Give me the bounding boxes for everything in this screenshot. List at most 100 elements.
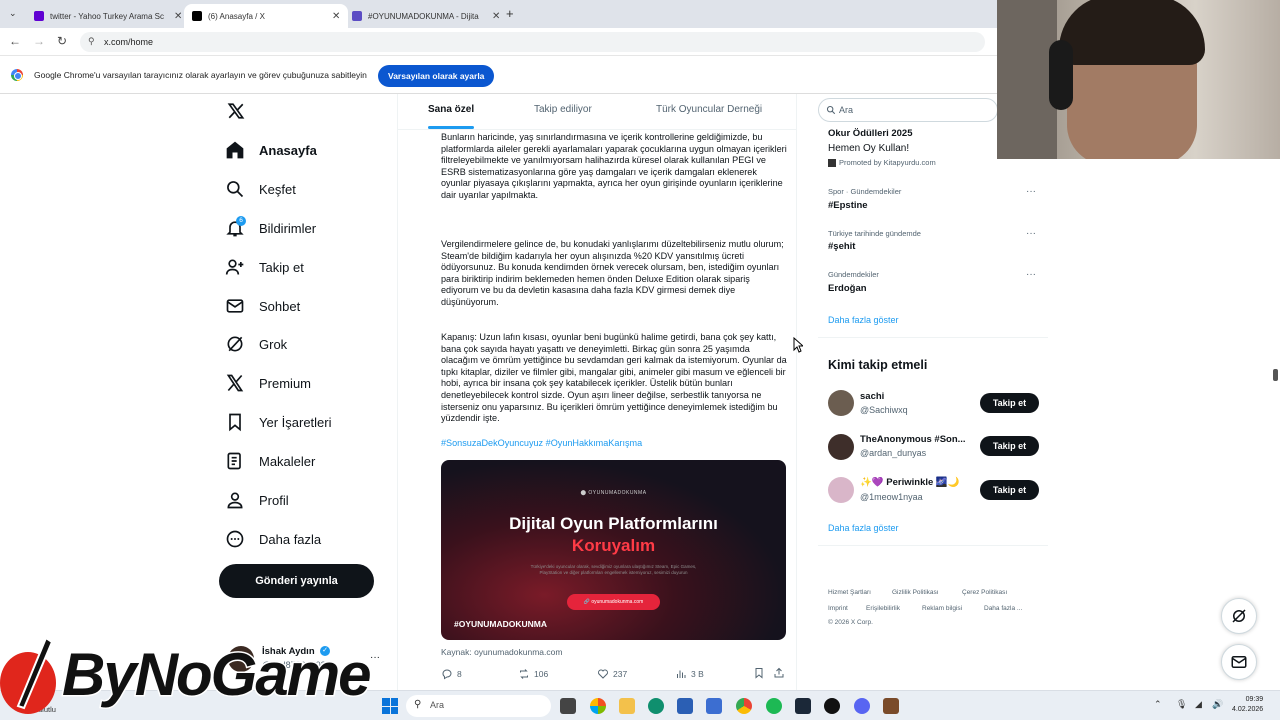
chrome-icon[interactable] (736, 698, 752, 714)
search-icon: ⚲ (414, 699, 422, 710)
trend-more-icon[interactable]: ··· (1026, 228, 1036, 239)
post-hashtags[interactable]: #SonsuzaDekOyuncuyuz #OyunHakkımaKarışma (441, 438, 789, 450)
close-tab-icon[interactable]: ✕ (332, 11, 340, 22)
footer-link[interactable]: Çerez Politikası (962, 589, 1007, 596)
mail-icon (226, 299, 244, 313)
trend-meta: Gündemdekiler (828, 270, 879, 279)
like-button[interactable]: 237 (597, 668, 627, 680)
follow-button[interactable]: Takip et (980, 436, 1039, 456)
game-icon[interactable] (883, 698, 899, 714)
footer-link[interactable]: Daha fazla ... (984, 605, 1022, 612)
footer-link[interactable]: Erişilebilirlik (866, 605, 900, 612)
scrollbar-thumb[interactable] (1273, 369, 1278, 381)
show-more-follow-link[interactable]: Daha fazla göster (828, 523, 899, 533)
browser-tab[interactable]: twitter - Yahoo Turkey Arama Sc ✕ (26, 4, 190, 28)
new-tab-button[interactable]: + (506, 6, 514, 21)
show-more-trends-link[interactable]: Daha fazla göster (828, 315, 899, 325)
chrome-logo-icon (11, 69, 23, 81)
tab-title: twitter - Yahoo Turkey Arama Sc (50, 11, 164, 21)
sidebar-item-articles[interactable]: Makaleler (225, 449, 315, 473)
taskbar-search[interactable]: ⚲ Ara (406, 695, 551, 717)
add-user-icon (225, 259, 244, 275)
system-clock[interactable]: 09:39 4.02.2026 (1232, 695, 1263, 715)
microphone-icon[interactable]: 🎙 (1176, 699, 1187, 710)
search-input[interactable]: Ara (818, 98, 998, 122)
link-card-image[interactable]: ⬤ OYUNUMADOKUNMA Dijital Oyun Platformla… (441, 460, 786, 640)
back-arrow-icon[interactable]: ← (9, 34, 21, 48)
store-icon[interactable] (677, 698, 693, 714)
post-button[interactable]: Gönderi yayınla (219, 564, 374, 598)
search-icon (227, 181, 244, 198)
trend-name[interactable]: #Epstine (828, 200, 868, 211)
suggestion-name[interactable]: sachi (860, 391, 884, 402)
steam-icon[interactable] (795, 698, 811, 714)
edge-icon[interactable] (648, 698, 664, 714)
sidebar-item-notifications[interactable]: Bildirimler 6 (225, 216, 316, 240)
copilot-icon[interactable] (590, 698, 606, 714)
sidebar-item-chat[interactable]: Sohbet (225, 294, 300, 318)
heart-icon (598, 669, 608, 679)
tab-following[interactable]: Takip ediliyor (534, 104, 592, 115)
tab-search-chevron-icon[interactable]: ⌄ (9, 8, 17, 19)
trend-more-icon[interactable]: ··· (1026, 186, 1036, 197)
network-icon[interactable]: ◢ (1195, 699, 1202, 710)
sidebar-item-follow[interactable]: Takip et (225, 255, 304, 279)
share-icon[interactable] (773, 667, 785, 679)
volume-icon[interactable]: 🔊 (1212, 699, 1223, 710)
sidebar-item-home[interactable]: Anasayfa (225, 138, 317, 162)
x-favicon-icon (192, 11, 202, 21)
sidebar-item-label: Makaleler (259, 453, 316, 469)
follow-button[interactable]: Takip et (980, 480, 1039, 500)
sidebar-item-premium[interactable]: Premium (225, 371, 311, 395)
spotify-icon[interactable] (766, 698, 782, 714)
messages-fab-button[interactable] (1221, 644, 1257, 680)
sidebar-item-grok[interactable]: Grok (225, 332, 287, 356)
tab-community[interactable]: Türk Oyuncular Derneği (656, 104, 762, 115)
trend-meta: Türkiye tarihinde gündemde (828, 229, 921, 238)
trend-more-icon[interactable]: ··· (1026, 269, 1036, 280)
close-tab-icon[interactable]: ✕ (492, 11, 500, 22)
set-default-button[interactable]: Varsayılan olarak ayarla (378, 65, 495, 87)
browser-tab[interactable]: #OYUNUMADOKUNMA - Dijita ✕ (344, 4, 508, 28)
browser-tab-active[interactable]: (6) Anasayfa / X ✕ (184, 4, 349, 28)
footer-link[interactable]: Imprint (828, 605, 848, 612)
who-to-follow-title: Kimi takip etmeli (828, 358, 928, 372)
sidebar-item-bookmarks[interactable]: Yer İşaretleri (225, 410, 332, 434)
address-text: x.com/home (104, 37, 154, 47)
address-bar[interactable]: ⚲ x.com/home (80, 32, 985, 52)
trend-name[interactable]: Erdoğan (828, 283, 867, 294)
app-icon[interactable] (824, 698, 840, 714)
reload-icon[interactable]: ↻ (57, 34, 67, 48)
card-source[interactable]: Kaynak: oyunumadokunma.com (441, 647, 562, 657)
task-view-icon[interactable] (560, 698, 576, 714)
trend-name[interactable]: #şehit (828, 241, 855, 252)
sidebar-item-explore[interactable]: Keşfet (225, 177, 296, 201)
tray-chevron-icon[interactable]: ⌃ (1154, 699, 1162, 710)
forward-arrow-icon[interactable]: → (33, 34, 45, 48)
views-button[interactable]: 3 B (675, 668, 704, 680)
section-divider (818, 337, 1048, 338)
sidebar-item-profile[interactable]: Profil (225, 488, 289, 512)
file-explorer-icon[interactable] (619, 698, 635, 714)
footer-link[interactable]: Reklam bilgisi (922, 605, 962, 612)
suggestion-name[interactable]: TheAnonymous #Son... (860, 434, 966, 445)
x-logo-icon[interactable] (227, 102, 245, 120)
close-tab-icon[interactable]: ✕ (174, 11, 182, 22)
tab-for-you[interactable]: Sana özel (428, 104, 474, 115)
footer-link[interactable]: Hizmet Şartları (828, 589, 871, 596)
promo-title[interactable]: Okur Ödülleri 2025 (828, 128, 912, 139)
bookmark-icon[interactable] (753, 667, 765, 679)
repost-button[interactable]: 106 (518, 668, 548, 680)
reply-button[interactable]: 8 (441, 668, 462, 680)
avatar[interactable] (828, 390, 854, 416)
sidebar-item-more[interactable]: Daha fazla (225, 527, 321, 551)
suggestion-name[interactable]: ✨💜 Periwinkle 🌌🌙 (860, 477, 960, 488)
grok-fab-button[interactable] (1221, 598, 1257, 634)
site-info-icon[interactable]: ⚲ (88, 36, 95, 47)
follow-button[interactable]: Takip et (980, 393, 1039, 413)
app-icon[interactable] (706, 698, 722, 714)
avatar[interactable] (828, 434, 854, 460)
footer-link[interactable]: Gizlilik Politikası (892, 589, 939, 596)
discord-icon[interactable] (854, 698, 870, 714)
avatar[interactable] (828, 477, 854, 503)
